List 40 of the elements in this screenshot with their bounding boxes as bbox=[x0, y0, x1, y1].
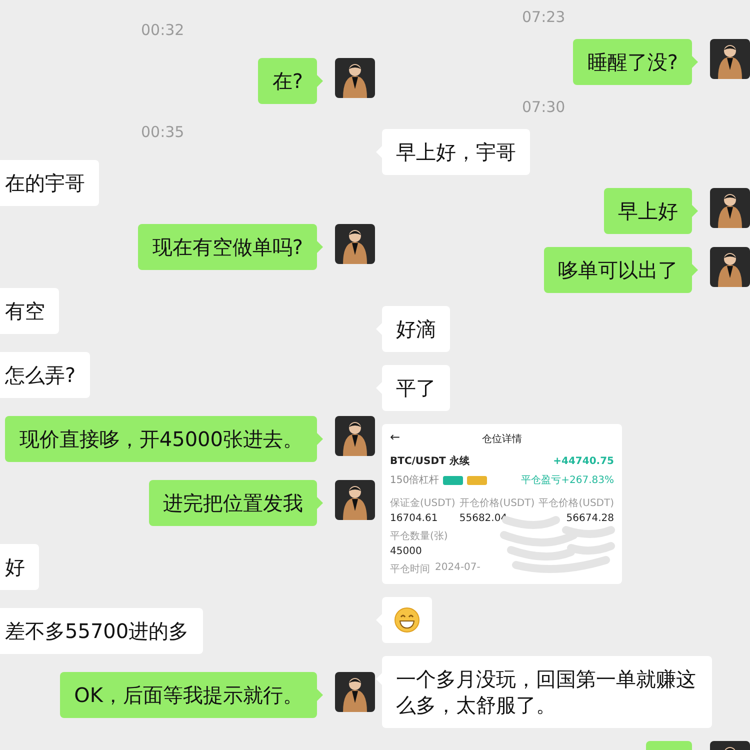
message-bubble: 现价直接哆，开45000张进去。 bbox=[5, 416, 323, 462]
close-time-label: 平仓时间 bbox=[390, 562, 430, 576]
field-value: 45000 bbox=[390, 546, 423, 557]
message-bubble: 睡醒了没? bbox=[573, 39, 698, 85]
message-bubble: 在? bbox=[258, 58, 323, 104]
message-bubble: 早上好，宇哥 bbox=[376, 129, 530, 175]
avatar[interactable] bbox=[335, 672, 375, 712]
grinning-face-icon bbox=[394, 607, 420, 633]
message-bubble: 平了 bbox=[376, 365, 450, 411]
message-bubble: 早上好 bbox=[604, 188, 698, 234]
message-bubble: 一个多月没玩，回国第一单就赚这么多，太舒服了。 bbox=[376, 656, 712, 728]
timestamp: 07:30 bbox=[522, 98, 566, 116]
field-label: 开仓价格(USDT) bbox=[459, 496, 535, 510]
profit-ratio: 平仓盈亏+267.83% bbox=[521, 474, 614, 487]
avatar[interactable] bbox=[335, 416, 375, 456]
close-time-value: 2024-07- bbox=[435, 562, 480, 575]
message-bubble: 现在有空做单吗? bbox=[138, 224, 323, 270]
profit-value: +44740.75 bbox=[553, 456, 614, 466]
field-value: 16704.61 bbox=[390, 513, 439, 524]
field-label: 平仓价格(USDT) bbox=[538, 496, 614, 510]
avatar[interactable] bbox=[710, 247, 750, 287]
message-bubble: 好滴 bbox=[376, 306, 450, 352]
timestamp: 00:32 bbox=[141, 21, 184, 39]
avatar[interactable] bbox=[335, 480, 375, 520]
avatar[interactable] bbox=[335, 224, 375, 264]
back-arrow: ← bbox=[390, 430, 400, 444]
field-label: 保证金(USDT) bbox=[390, 497, 456, 510]
leverage-text: 150倍杠杆 bbox=[390, 474, 440, 487]
field-label: 平仓数量(张) bbox=[390, 530, 449, 543]
card-title: 仓位详情 bbox=[482, 432, 522, 446]
timestamp: 07:23 bbox=[522, 8, 566, 26]
avatar[interactable] bbox=[335, 58, 375, 98]
avatar[interactable] bbox=[710, 188, 750, 228]
field-value: 56674.28 bbox=[566, 513, 614, 524]
message-bubble: OK，后面等我提示就行。 bbox=[60, 672, 323, 718]
pair-name: BTC/USDT 永续 bbox=[390, 454, 470, 468]
avatar[interactable] bbox=[710, 39, 750, 79]
message-bubble: 进完把位置发我 bbox=[149, 480, 323, 526]
message-bubble: 哆单可以出了 bbox=[544, 247, 698, 293]
timestamp: 00:35 bbox=[141, 123, 184, 141]
